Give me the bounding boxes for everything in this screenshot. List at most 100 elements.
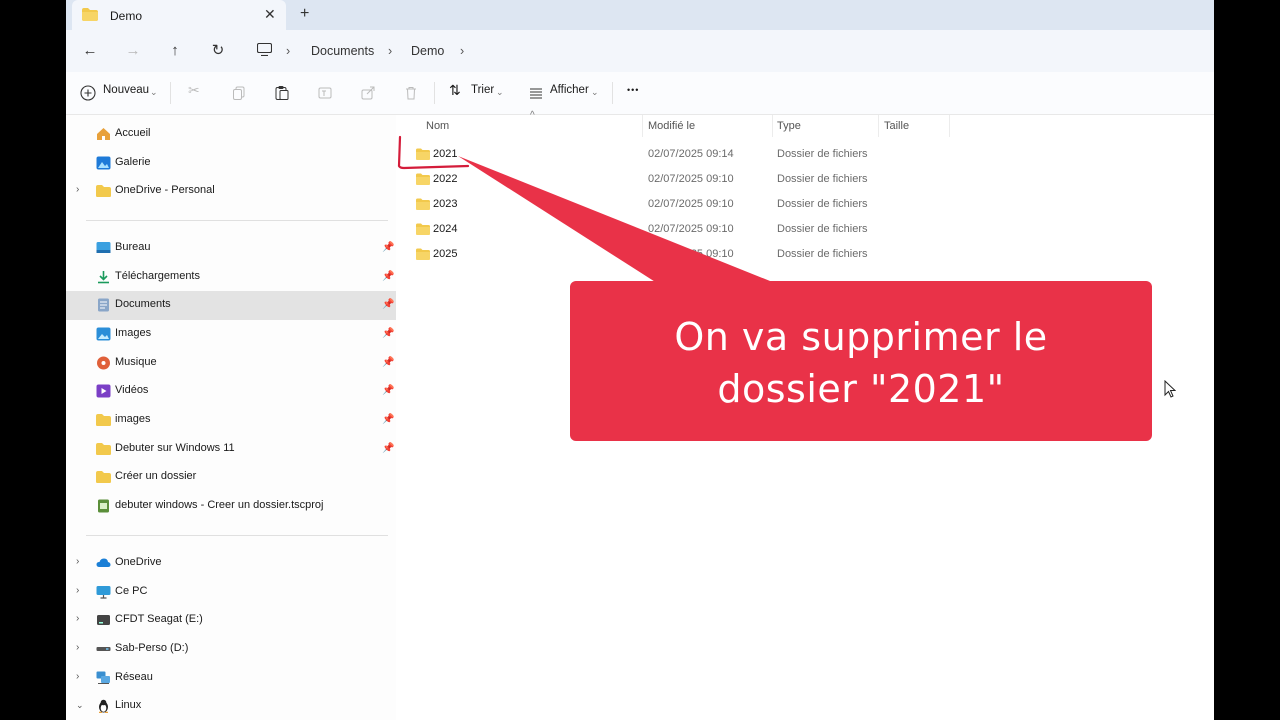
- download-icon: [98, 271, 109, 284]
- paste-icon[interactable]: [274, 85, 290, 101]
- sort-button[interactable]: Trier: [471, 84, 494, 96]
- divider: [434, 82, 435, 104]
- drive-icon: [96, 647, 111, 651]
- sidebar-item-creer-dossier[interactable]: Créer un dossier: [66, 463, 396, 491]
- sort-ascending-icon: ^: [530, 110, 535, 121]
- sidebar-item-this-pc[interactable]: › Ce PC: [66, 578, 396, 606]
- refresh-icon[interactable]: ↻: [208, 41, 228, 61]
- view-button[interactable]: Afficher: [550, 84, 589, 96]
- sidebar-item-downloads[interactable]: Téléchargements 📌: [66, 263, 396, 291]
- sidebar-item-documents[interactable]: Documents 📌: [66, 291, 396, 320]
- tab-bar: Demo ✕ +: [66, 0, 1214, 30]
- breadcrumb-demo[interactable]: Demo: [411, 44, 444, 58]
- chevron-right-icon[interactable]: ›: [76, 184, 79, 195]
- command-bar: Nouveau ⌄ ✂ ⇅ Trier ⌄ Afficher ⌄ •••: [66, 72, 1214, 115]
- chevron-right-icon[interactable]: ›: [76, 585, 79, 596]
- pin-icon[interactable]: 📌: [382, 328, 394, 339]
- file-row[interactable]: 2025 02/07/2025 09:10 Dossier de fichier…: [412, 243, 972, 265]
- chevron-right-icon[interactable]: ›: [76, 613, 79, 624]
- more-options-button[interactable]: •••: [627, 85, 639, 95]
- file-row[interactable]: 2021 02/07/2025 09:14 Dossier de fichier…: [412, 143, 972, 165]
- sidebar-item-images-folder[interactable]: images 📌: [66, 406, 396, 434]
- cut-icon[interactable]: ✂: [188, 82, 200, 99]
- pin-icon[interactable]: 📌: [382, 357, 394, 368]
- copy-icon[interactable]: [231, 85, 247, 101]
- column-header-name[interactable]: Nom: [426, 120, 449, 132]
- sidebar-item-home[interactable]: Accueil: [66, 120, 396, 148]
- new-button[interactable]: Nouveau: [103, 84, 149, 96]
- chevron-right-icon[interactable]: ›: [76, 671, 79, 682]
- pc-icon[interactable]: [257, 43, 272, 56]
- sidebar-item-onedrive[interactable]: › OneDrive: [66, 549, 396, 577]
- breadcrumb-separator-icon: ›: [388, 44, 393, 58]
- breadcrumb-separator-icon: ›: [460, 44, 465, 58]
- sidebar-divider: [86, 220, 388, 221]
- sidebar-item-tscproj[interactable]: debuter windows - Creer un dossier.tscpr…: [66, 492, 396, 520]
- sidebar-item-debuter-windows[interactable]: Debuter sur Windows 11 📌: [66, 435, 396, 463]
- pin-icon[interactable]: 📌: [382, 414, 394, 425]
- divider: [612, 82, 613, 104]
- pin-icon[interactable]: 📌: [382, 385, 394, 396]
- close-tab-icon[interactable]: ✕: [264, 6, 276, 23]
- video-icon: [96, 384, 111, 398]
- sidebar-item-linux[interactable]: ⌄ Linux: [66, 692, 396, 720]
- file-row[interactable]: 2024 02/07/2025 09:10 Dossier de fichier…: [412, 218, 972, 240]
- annotation-line-2: dossier "2021": [717, 367, 1005, 411]
- tab-demo[interactable]: Demo ✕: [72, 0, 286, 30]
- sidebar-item-gallery[interactable]: Galerie: [66, 149, 396, 177]
- sidebar-item-desktop[interactable]: Bureau 📌: [66, 234, 396, 262]
- images-icon: [96, 327, 111, 341]
- column-separator[interactable]: [772, 115, 773, 137]
- sidebar-item-drive-d[interactable]: › Sab-Perso (D:): [66, 635, 396, 663]
- column-separator[interactable]: [878, 115, 879, 137]
- chevron-right-icon[interactable]: ›: [76, 556, 79, 567]
- home-icon: [97, 128, 110, 140]
- chevron-down-icon[interactable]: ⌄: [76, 700, 84, 711]
- sidebar-item-videos[interactable]: Vidéos 📌: [66, 377, 396, 405]
- music-icon: [97, 356, 110, 370]
- column-header-type[interactable]: Type: [777, 120, 801, 132]
- drive-icon: [97, 615, 110, 625]
- file-row[interactable]: 2023 02/07/2025 09:10 Dossier de fichier…: [412, 193, 972, 215]
- file-row[interactable]: 2022 02/07/2025 09:10 Dossier de fichier…: [412, 168, 972, 190]
- column-header-size[interactable]: Taille: [884, 120, 909, 132]
- pin-icon[interactable]: 📌: [382, 242, 394, 253]
- network-icon: [96, 671, 110, 684]
- chevron-right-icon[interactable]: ›: [76, 642, 79, 653]
- plus-circle-icon: [80, 85, 96, 101]
- annotation-text: On va supprimer le dossier "2021": [570, 311, 1152, 415]
- address-bar: ← → ↑ ↻ › Documents › Demo ›: [66, 30, 1214, 72]
- folder-icon: [82, 8, 98, 21]
- sidebar-item-network[interactable]: › Réseau: [66, 664, 396, 692]
- sidebar-item-images[interactable]: Images 📌: [66, 320, 396, 348]
- sidebar-item-onedrive-personal[interactable]: › OneDrive - Personal: [66, 177, 396, 205]
- folder-icon: [96, 443, 111, 455]
- back-arrow-icon[interactable]: ←: [80, 41, 100, 61]
- pin-icon[interactable]: 📌: [382, 443, 394, 454]
- breadcrumb-documents[interactable]: Documents: [311, 44, 374, 58]
- up-arrow-icon[interactable]: ↑: [165, 41, 185, 61]
- view-list-icon: [530, 88, 542, 99]
- new-tab-button[interactable]: +: [300, 5, 309, 23]
- project-file-icon: [98, 499, 109, 513]
- chevron-down-icon: ⌄: [591, 87, 599, 97]
- sort-icon: ⇅: [449, 82, 461, 98]
- breadcrumb-separator-icon: ›: [286, 44, 291, 58]
- sidebar-item-drive-e[interactable]: › CFDT Seagat (E:): [66, 606, 396, 634]
- folder-icon: [416, 248, 430, 260]
- pin-icon[interactable]: 📌: [382, 299, 394, 310]
- gallery-icon: [96, 156, 111, 170]
- column-separator[interactable]: [642, 115, 643, 137]
- rename-icon[interactable]: [317, 85, 333, 101]
- share-icon[interactable]: [360, 85, 376, 101]
- pc-icon: [96, 586, 111, 599]
- column-header-modified[interactable]: Modifié le: [648, 120, 695, 132]
- tab-title: Demo: [110, 9, 143, 23]
- folder-icon: [96, 414, 111, 426]
- pin-icon[interactable]: 📌: [382, 271, 394, 282]
- sidebar-item-music[interactable]: Musique 📌: [66, 349, 396, 377]
- folder-icon: [416, 173, 430, 185]
- forward-arrow-icon[interactable]: →: [123, 41, 143, 61]
- column-separator[interactable]: [949, 115, 950, 137]
- trash-icon[interactable]: [403, 85, 419, 101]
